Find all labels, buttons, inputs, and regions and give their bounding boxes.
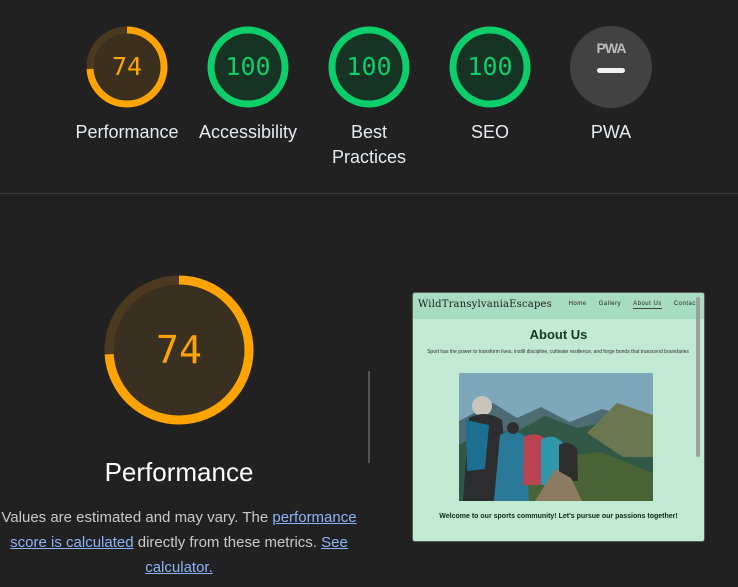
preview-nav-about: About Us xyxy=(633,301,662,309)
lighthouse-summary-scores: 74 Performance 100 Accessibility 100 Bes… xyxy=(0,0,738,194)
performance-gauge[interactable]: 74 xyxy=(86,26,168,108)
best-practices-score: 100 xyxy=(346,52,392,81)
score-seo[interactable]: 100 SEO xyxy=(429,26,551,145)
score-accessibility[interactable]: 100 Accessibility xyxy=(187,26,309,145)
preview-nav-gallery: Gallery xyxy=(598,301,622,307)
best-practices-label: Best Practices xyxy=(331,122,407,167)
preview-navbar: WildTransylvaniaEscapes Home Gallery Abo… xyxy=(413,293,704,319)
pwa-logo-text: PWA xyxy=(596,40,627,56)
performance-label: Performance xyxy=(75,122,179,142)
pwa-label: PWA xyxy=(590,122,632,142)
preview-brand: WildTransylvaniaEscapes xyxy=(418,299,552,310)
preview-intro-text: Sport has the power to transform lives, … xyxy=(427,349,689,355)
performance-description-text-1: Values are estimated and may vary. The xyxy=(1,509,273,526)
performance-title: Performance xyxy=(104,457,254,487)
accessibility-label: Accessibility xyxy=(198,122,298,142)
seo-label: SEO xyxy=(470,122,509,142)
pwa-not-applicable-dash xyxy=(597,68,625,73)
accessibility-score: 100 xyxy=(225,52,271,81)
preview-nav-links: Home Gallery About Us Contact xyxy=(569,301,698,309)
best-practices-gauge[interactable]: 100 xyxy=(328,26,410,108)
pwa-icon: PWA xyxy=(570,26,652,108)
performance-description: Values are estimated and may vary. The p… xyxy=(0,505,358,580)
pwa-badge[interactable]: PWA xyxy=(570,26,652,108)
final-screenshot-preview[interactable]: WildTransylvaniaEscapes Home Gallery Abo… xyxy=(412,292,705,542)
preview-nav-home: Home xyxy=(568,301,587,307)
preview-scrollbar[interactable] xyxy=(696,297,700,457)
preview-welcome-text: Welcome to our sports community! Let's p… xyxy=(439,513,678,520)
score-pwa[interactable]: PWA PWA xyxy=(550,26,672,145)
accessibility-gauge[interactable]: 100 xyxy=(207,26,289,108)
score-performance[interactable]: 74 Performance xyxy=(66,26,188,145)
vertical-divider xyxy=(368,371,370,463)
score-best-practices[interactable]: 100 Best Practices xyxy=(308,26,430,170)
performance-main-gauge: 74 xyxy=(103,274,255,426)
preview-heading: About Us xyxy=(529,327,588,342)
seo-score: 100 xyxy=(467,52,513,81)
performance-main-score: 74 xyxy=(156,328,202,372)
seo-gauge[interactable]: 100 xyxy=(449,26,531,108)
performance-description-text-2: directly from these metrics. xyxy=(133,534,322,551)
performance-score: 74 xyxy=(111,52,143,81)
preview-nav-contact: Contact xyxy=(673,301,698,307)
hikers-photo-icon xyxy=(459,373,653,501)
hikers-photo-svg xyxy=(459,373,653,501)
